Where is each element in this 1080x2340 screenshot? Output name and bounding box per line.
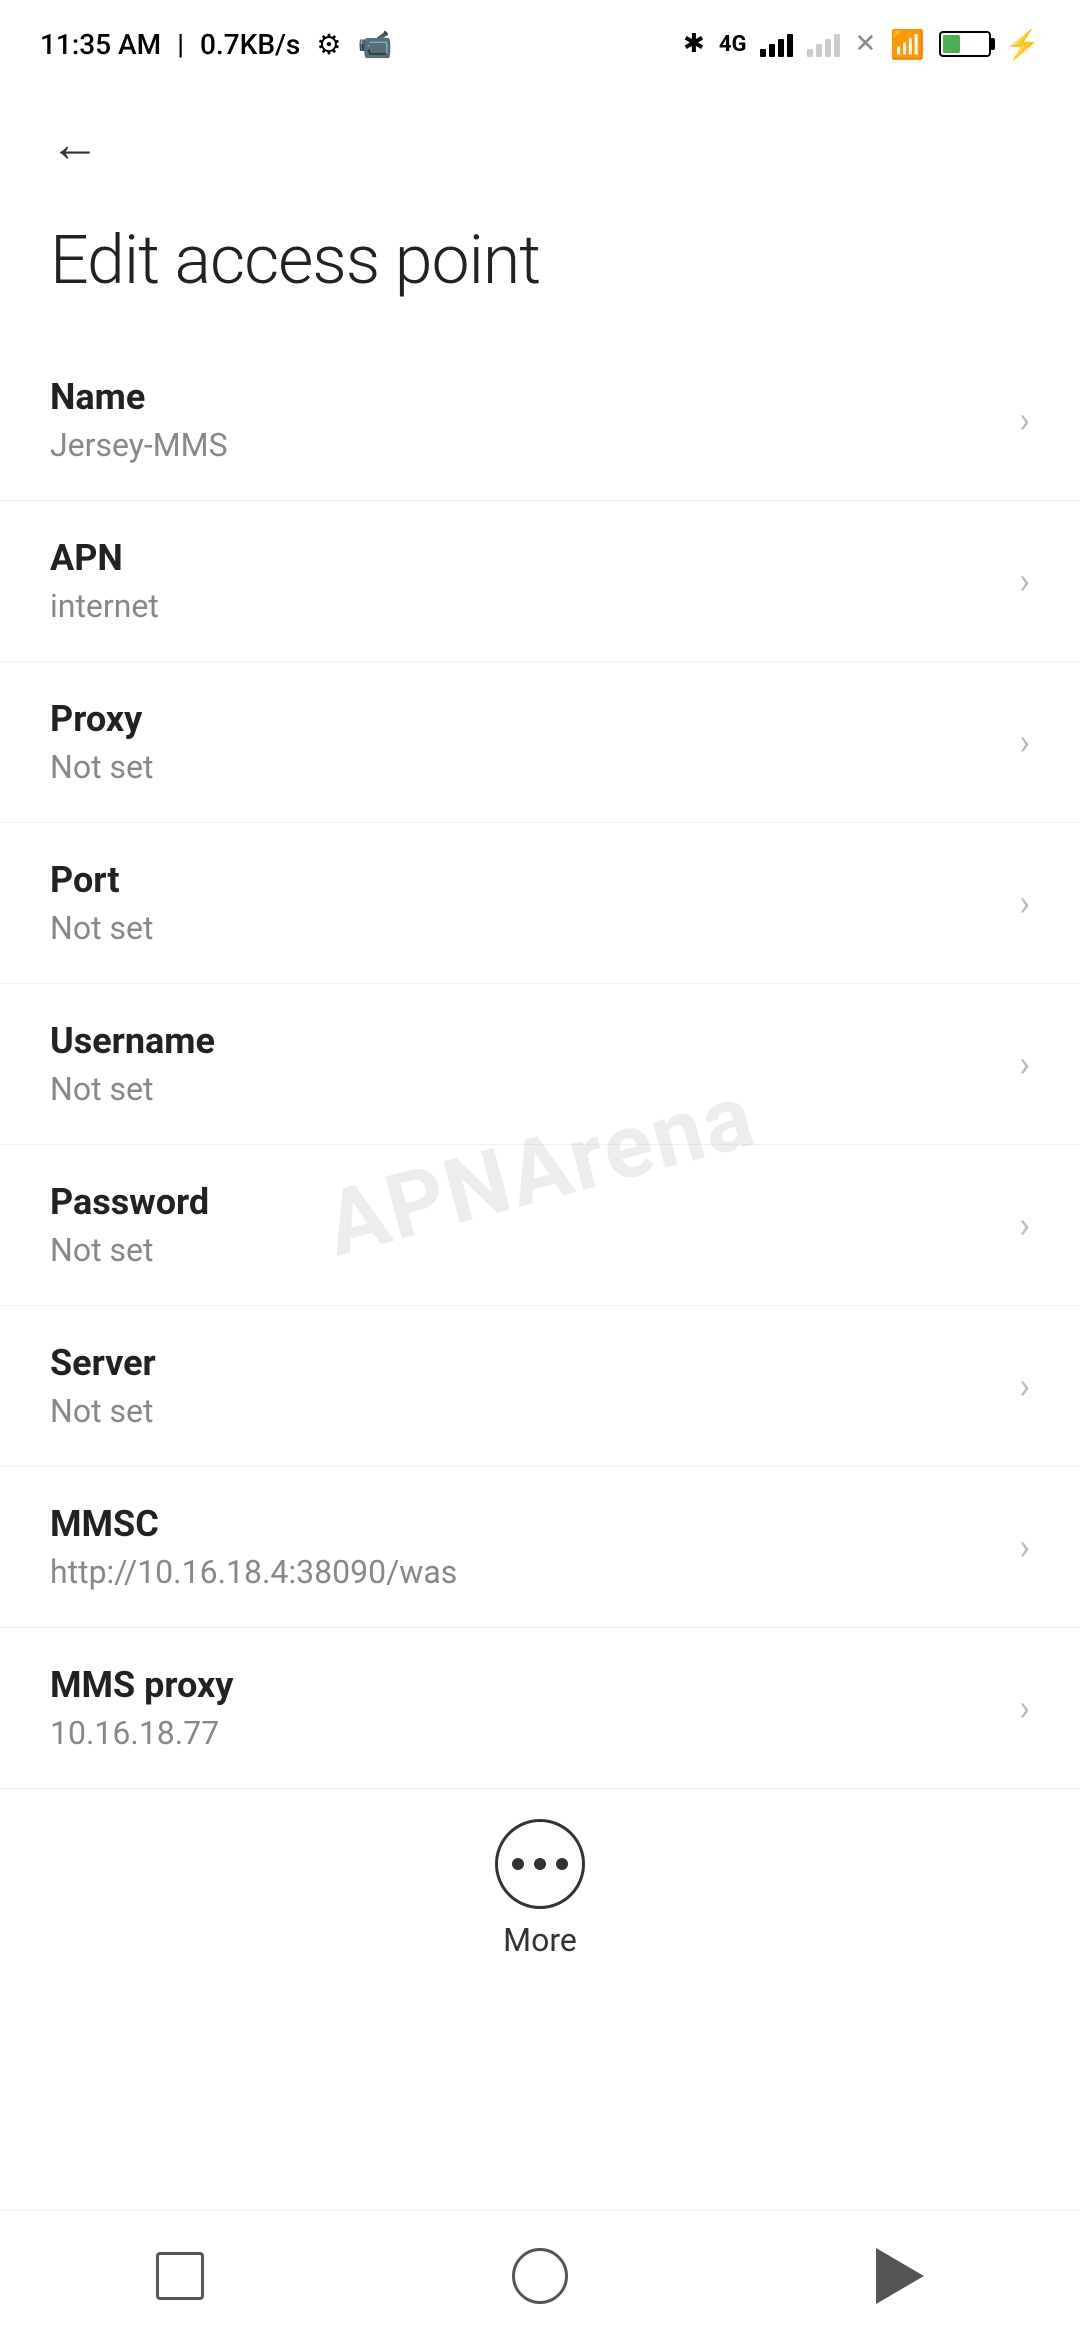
settings-item-proxy-value: Not set	[50, 748, 999, 786]
camera-icon: 📹	[357, 28, 392, 61]
status-right: ✱ 4G ✕ 📶 ⚡	[683, 28, 1040, 61]
dot-1	[512, 1858, 524, 1870]
settings-item-name-content: Name Jersey-MMS	[50, 376, 999, 464]
settings-item-username-content: Username Not set	[50, 1020, 999, 1108]
settings-item-server-label: Server	[50, 1342, 999, 1384]
settings-item-apn-content: APN internet	[50, 537, 999, 625]
settings-item-password[interactable]: Password Not set ›	[0, 1145, 1080, 1306]
settings-item-apn[interactable]: APN internet ›	[0, 501, 1080, 662]
dot-3	[556, 1858, 568, 1870]
network-speed: 0.7KB/s	[200, 28, 300, 61]
chevron-right-icon: ›	[1019, 721, 1030, 763]
settings-item-apn-label: APN	[50, 537, 999, 579]
recent-apps-icon	[156, 2252, 204, 2300]
settings-item-port[interactable]: Port Not set ›	[0, 823, 1080, 984]
settings-item-password-label: Password	[50, 1181, 999, 1223]
settings-item-mmsc[interactable]: MMSC http://10.16.18.4:38090/was ›	[0, 1467, 1080, 1628]
more-circle-icon	[495, 1819, 585, 1909]
settings-item-username-value: Not set	[50, 1070, 999, 1108]
more-button[interactable]: More	[0, 1789, 1080, 1979]
bottom-navigation	[0, 2210, 1080, 2340]
nav-back-button[interactable]	[840, 2236, 960, 2316]
no-signal-icon: ✕	[854, 29, 876, 59]
chevron-right-icon: ›	[1019, 1204, 1030, 1246]
time-display: 11:35 AM	[40, 28, 161, 61]
battery-fill	[943, 35, 960, 53]
settings-item-mmsc-value: http://10.16.18.4:38090/was	[50, 1553, 999, 1591]
settings-item-server[interactable]: Server Not set ›	[0, 1306, 1080, 1467]
settings-item-proxy[interactable]: Proxy Not set ›	[0, 662, 1080, 823]
settings-item-server-content: Server Not set	[50, 1342, 999, 1430]
home-icon	[512, 2248, 568, 2304]
back-arrow-icon: ←	[50, 120, 100, 170]
settings-item-username-label: Username	[50, 1020, 999, 1062]
chevron-right-icon: ›	[1019, 1365, 1030, 1407]
battery-indicator	[939, 31, 991, 57]
dot-2	[534, 1858, 546, 1870]
settings-item-password-content: Password Not set	[50, 1181, 999, 1269]
chevron-right-icon: ›	[1019, 882, 1030, 924]
back-button[interactable]: ←	[40, 110, 110, 180]
settings-item-proxy-label: Proxy	[50, 698, 999, 740]
settings-item-apn-value: internet	[50, 587, 999, 625]
settings-item-name-value: Jersey-MMS	[50, 426, 999, 464]
settings-item-username[interactable]: Username Not set ›	[0, 984, 1080, 1145]
settings-item-port-value: Not set	[50, 909, 999, 947]
back-nav-icon	[876, 2248, 924, 2304]
settings-item-name-label: Name	[50, 376, 999, 418]
settings-item-mms-proxy-label: MMS proxy	[50, 1664, 999, 1706]
chevron-right-icon: ›	[1019, 1687, 1030, 1729]
chevron-right-icon: ›	[1019, 560, 1030, 602]
settings-icon: ⚙	[316, 28, 341, 61]
settings-list: Name Jersey-MMS › APN internet › Proxy N…	[0, 340, 1080, 1789]
more-label: More	[503, 1921, 577, 1959]
status-left: 11:35 AM | 0.7KB/s ⚙ 📹	[40, 28, 392, 61]
settings-item-mmsc-content: MMSC http://10.16.18.4:38090/was	[50, 1503, 999, 1591]
speed-display: |	[177, 28, 184, 61]
settings-item-name[interactable]: Name Jersey-MMS ›	[0, 340, 1080, 501]
wifi-icon: 📶	[890, 28, 925, 61]
settings-item-mms-proxy[interactable]: MMS proxy 10.16.18.77 ›	[0, 1628, 1080, 1789]
settings-item-mmsc-label: MMSC	[50, 1503, 999, 1545]
settings-item-mms-proxy-content: MMS proxy 10.16.18.77	[50, 1664, 999, 1752]
settings-item-port-content: Port Not set	[50, 859, 999, 947]
back-navigation: ←	[0, 80, 1080, 200]
signal-bars-1	[760, 31, 793, 57]
signal-bars-2	[807, 31, 840, 57]
settings-item-password-value: Not set	[50, 1231, 999, 1269]
bluetooth-icon: ✱	[683, 29, 705, 59]
settings-item-port-label: Port	[50, 859, 999, 901]
settings-item-server-value: Not set	[50, 1392, 999, 1430]
nav-recent-apps-button[interactable]	[120, 2236, 240, 2316]
status-bar: 11:35 AM | 0.7KB/s ⚙ 📹 ✱ 4G ✕ 📶 ⚡	[0, 0, 1080, 80]
charging-icon: ⚡	[1005, 28, 1040, 61]
network-4g-icon: 4G	[719, 32, 747, 57]
nav-home-button[interactable]	[480, 2236, 600, 2316]
page-title: Edit access point	[0, 200, 1080, 340]
chevron-right-icon: ›	[1019, 1043, 1030, 1085]
settings-item-mms-proxy-value: 10.16.18.77	[50, 1714, 999, 1752]
settings-item-proxy-content: Proxy Not set	[50, 698, 999, 786]
chevron-right-icon: ›	[1019, 399, 1030, 441]
more-dots-icon	[512, 1858, 568, 1870]
chevron-right-icon: ›	[1019, 1526, 1030, 1568]
